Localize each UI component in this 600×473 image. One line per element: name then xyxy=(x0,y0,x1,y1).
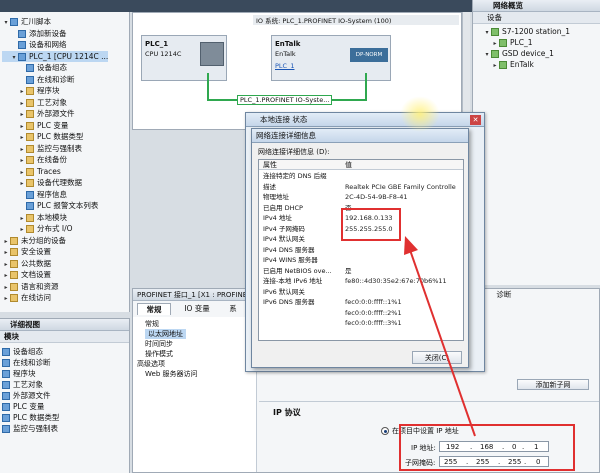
cursor-highlight xyxy=(400,96,440,132)
annotation-arrow xyxy=(404,236,476,437)
